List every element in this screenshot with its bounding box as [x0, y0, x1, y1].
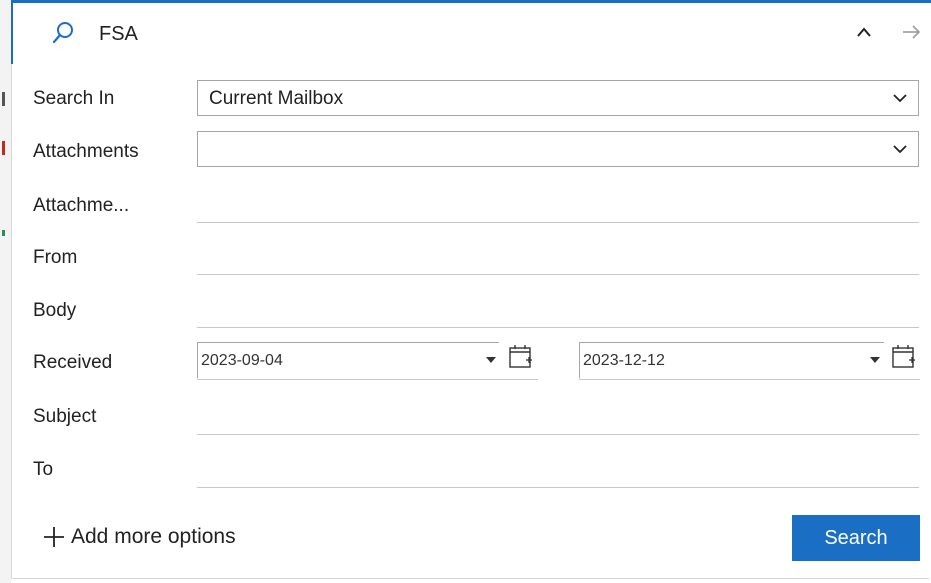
search-in-dropdown[interactable]: Current Mailbox — [197, 80, 919, 116]
body-label: Body — [33, 300, 77, 321]
attachments-dropdown[interactable] — [197, 131, 919, 167]
chevron-up-icon[interactable] — [849, 17, 879, 47]
search-in-label: Search In — [33, 88, 115, 109]
dropdown-caret-icon[interactable] — [870, 357, 880, 363]
body-field[interactable] — [197, 291, 919, 328]
arrow-right-icon[interactable] — [896, 17, 926, 47]
attachment-name-label: Attachme... — [33, 195, 130, 216]
search-in-value: Current Mailbox — [209, 88, 344, 109]
add-more-options-label: Add more options — [71, 525, 236, 548]
received-end-date[interactable]: 2023-12-12 — [579, 342, 920, 380]
from-field[interactable] — [197, 238, 919, 275]
add-more-options-button[interactable]: Add more options — [43, 525, 236, 549]
subject-label: Subject — [33, 406, 97, 427]
chevron-down-icon — [893, 145, 907, 154]
to-field[interactable] — [197, 451, 919, 488]
app-edge-strip — [0, 0, 11, 583]
calendar-icon[interactable] — [508, 344, 534, 370]
edge-mark — [2, 141, 5, 155]
search-button[interactable]: Search — [792, 515, 920, 561]
to-label: To — [33, 459, 54, 480]
dropdown-caret-icon[interactable] — [486, 357, 496, 363]
search-query[interactable]: FSA — [99, 23, 138, 46]
search-icon — [52, 22, 73, 44]
edge-mark — [2, 92, 5, 106]
received-start-value[interactable]: 2023-09-04 — [201, 352, 283, 370]
received-label: Received — [33, 352, 113, 373]
received-end-value[interactable]: 2023-12-12 — [583, 352, 665, 370]
plus-icon — [44, 527, 64, 547]
received-start-date[interactable]: 2023-09-04 — [197, 342, 538, 380]
calendar-icon[interactable] — [891, 344, 917, 370]
subject-field[interactable] — [197, 398, 919, 435]
attachment-name-field[interactable] — [197, 186, 919, 223]
chevron-down-icon — [893, 94, 907, 103]
edge-mark — [2, 230, 5, 236]
search-bar[interactable]: FSA — [11, 0, 931, 64]
from-label: From — [33, 247, 78, 268]
attachments-label: Attachments — [33, 141, 139, 162]
